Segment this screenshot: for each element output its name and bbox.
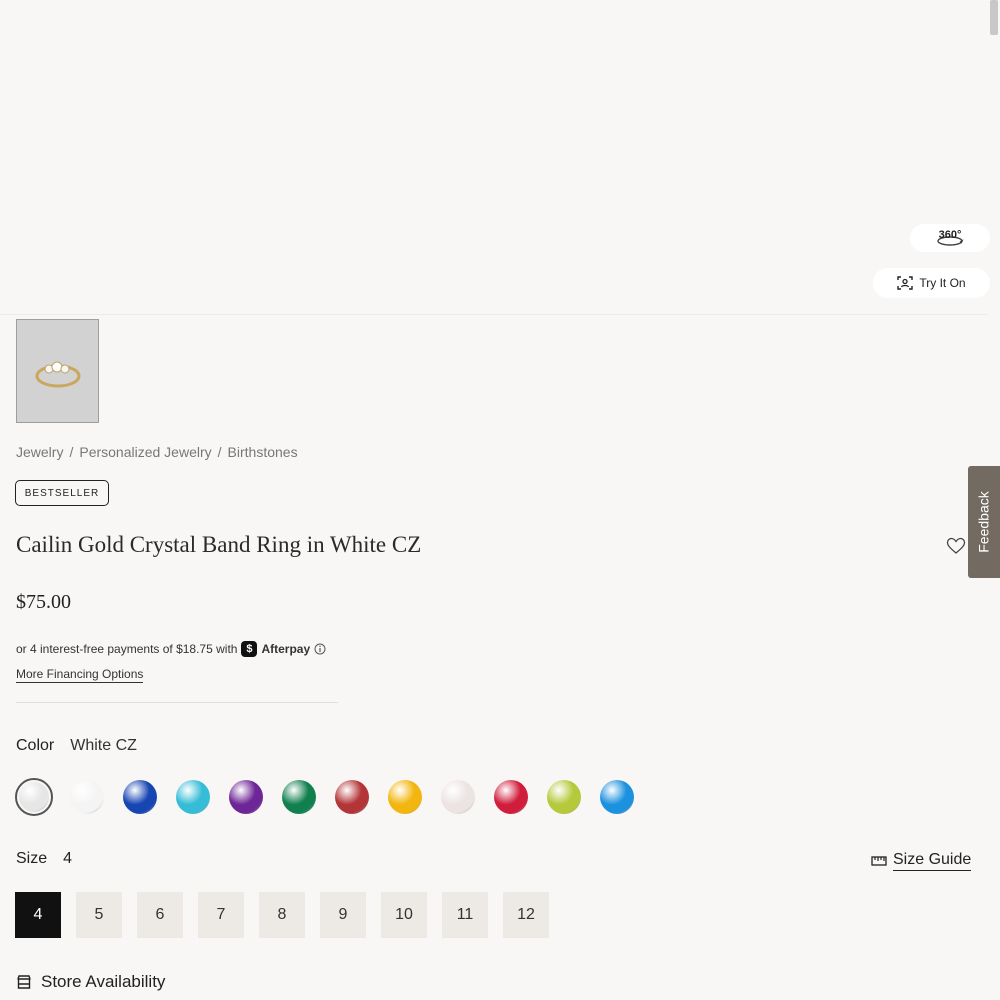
- color-label: Color: [16, 737, 55, 754]
- try-it-on-label: Try It On: [919, 276, 966, 290]
- size-option-12[interactable]: 12: [503, 892, 549, 938]
- color-swatch[interactable]: [598, 778, 636, 816]
- size-label: Size: [16, 850, 48, 867]
- gem-icon: [282, 780, 316, 814]
- breadcrumb-jewelry[interactable]: Jewelry: [16, 444, 63, 460]
- size-guide-link[interactable]: Size Guide: [871, 851, 972, 871]
- view-360-button[interactable]: 360°: [910, 224, 990, 252]
- gem-icon: [123, 780, 157, 814]
- face-scan-icon: [897, 276, 914, 290]
- color-swatch[interactable]: [15, 778, 53, 816]
- size-option-6[interactable]: 6: [137, 892, 183, 938]
- feedback-tab[interactable]: Feedback: [968, 466, 1000, 578]
- info-icon[interactable]: [314, 643, 326, 655]
- gem-icon: [335, 780, 369, 814]
- more-financing-options-link[interactable]: More Financing Options: [16, 667, 144, 683]
- breadcrumb-separator: /: [217, 444, 222, 460]
- color-swatches: [15, 778, 636, 816]
- wishlist-heart-icon[interactable]: [946, 537, 966, 555]
- product-price: $75.00: [16, 591, 71, 613]
- color-swatch[interactable]: [333, 778, 371, 816]
- gem-icon: [176, 780, 210, 814]
- scrollbar-thumb[interactable]: [990, 0, 998, 35]
- feedback-label: Feedback: [976, 491, 993, 553]
- store-availability-link[interactable]: Store Availability: [16, 972, 165, 992]
- breadcrumb-personalized-jewelry[interactable]: Personalized Jewelry: [79, 444, 211, 460]
- color-swatch[interactable]: [68, 778, 106, 816]
- color-swatch[interactable]: [227, 778, 265, 816]
- color-swatch[interactable]: [386, 778, 424, 816]
- gem-icon: [388, 780, 422, 814]
- color-swatch[interactable]: [280, 778, 318, 816]
- color-swatch[interactable]: [174, 778, 212, 816]
- view-360-label: 360°: [938, 229, 962, 241]
- installments-info: or 4 interest-free payments of $18.75 wi…: [16, 641, 326, 657]
- color-swatch[interactable]: [492, 778, 530, 816]
- color-selector-header: Color White CZ: [16, 737, 137, 755]
- size-options: 4 5 6 7 8 9 10 11 12: [15, 892, 549, 938]
- gem-icon: [547, 780, 581, 814]
- product-title: Cailin Gold Crystal Band Ring in White C…: [16, 532, 422, 557]
- color-swatch[interactable]: [545, 778, 583, 816]
- gem-icon: [229, 780, 263, 814]
- breadcrumb-separator: /: [69, 444, 74, 460]
- bestseller-badge: BESTSELLER: [15, 480, 109, 506]
- size-selector-header: Size 4: [16, 850, 72, 868]
- gem-icon: [70, 780, 104, 814]
- store-icon: [17, 975, 31, 989]
- size-option-8[interactable]: 8: [259, 892, 305, 938]
- size-guide-label: Size Guide: [893, 851, 972, 871]
- color-swatch[interactable]: [121, 778, 159, 816]
- size-option-11[interactable]: 11: [442, 892, 488, 938]
- divider: [16, 702, 338, 703]
- breadcrumb-birthstones[interactable]: Birthstones: [228, 444, 298, 460]
- installments-text: or 4 interest-free payments of $18.75 wi…: [16, 642, 238, 656]
- product-thumbnail[interactable]: [16, 319, 99, 423]
- gem-icon: [19, 782, 49, 812]
- gem-icon: [600, 780, 634, 814]
- try-it-on-button[interactable]: Try It On: [873, 268, 990, 298]
- breadcrumb: Jewelry / Personalized Jewelry / Birthst…: [16, 444, 298, 460]
- color-swatch[interactable]: [439, 778, 477, 816]
- size-option-7[interactable]: 7: [198, 892, 244, 938]
- selected-color-value: White CZ: [70, 737, 137, 754]
- gem-icon: [494, 780, 528, 814]
- afterpay-name: Afterpay: [261, 642, 311, 656]
- size-option-5[interactable]: 5: [76, 892, 122, 938]
- size-option-9[interactable]: 9: [320, 892, 366, 938]
- gem-icon: [441, 780, 475, 814]
- product-image-viewer[interactable]: 360° Try It On: [0, 0, 990, 315]
- ring-image: [35, 361, 81, 388]
- size-option-10[interactable]: 10: [381, 892, 427, 938]
- size-option-4[interactable]: 4: [15, 892, 61, 938]
- ruler-icon: [871, 856, 887, 866]
- selected-size-value: 4: [63, 850, 73, 867]
- store-availability-label: Store Availability: [41, 972, 166, 991]
- afterpay-logo-icon: $: [241, 641, 258, 657]
